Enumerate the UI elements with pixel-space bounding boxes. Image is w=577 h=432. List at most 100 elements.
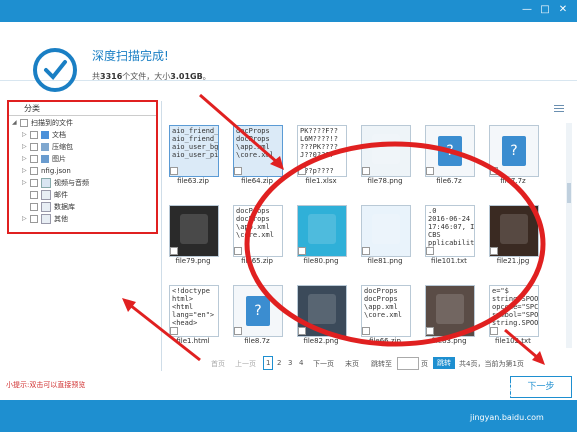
- file-checkbox[interactable]: [234, 247, 242, 255]
- title-bar: — □ ✕: [0, 0, 577, 22]
- archive-icon: ?: [246, 296, 270, 326]
- file-checkbox[interactable]: [426, 247, 434, 255]
- scan-summary: 共3316个文件，大小3.01GB。: [92, 71, 211, 82]
- file-checkbox[interactable]: [362, 247, 370, 255]
- file-name: file80.png: [303, 257, 339, 265]
- file-preview-text: .0 2016-06-24 17:46:07, Info CBS pplicab…: [428, 207, 475, 247]
- file-grid: aio_friend_bg aio_friend_pic aio_user_bg…: [163, 123, 573, 348]
- file-preview-text: e="$ string.SPOOL opcode="SPC symbol="SP…: [492, 287, 539, 327]
- file-checkbox[interactable]: [170, 327, 178, 335]
- file-preview-text: docProps docProps \app.xml \core.xml: [364, 287, 402, 319]
- file-checkbox[interactable]: [490, 247, 498, 255]
- watermark-url: jingyan.baidu.com: [470, 413, 544, 422]
- image-preview: [500, 214, 528, 244]
- summary-prefix: 共: [92, 72, 100, 81]
- summary-mid: 个文件，大小: [122, 72, 171, 81]
- file-name: file7.7z: [500, 177, 526, 185]
- file-checkbox[interactable]: [362, 327, 370, 335]
- jump-page-input[interactable]: [397, 357, 419, 370]
- file-name: file82.png: [303, 337, 339, 345]
- file-preview-text: <!doctype html> <html lang="en"> <head>: [172, 287, 215, 327]
- maximize-button[interactable]: □: [538, 4, 552, 16]
- minimize-button[interactable]: —: [520, 4, 534, 16]
- page-status: 共4页，当前为第1页: [459, 360, 524, 368]
- file-checkbox[interactable]: [234, 327, 242, 335]
- file-checkbox[interactable]: [490, 327, 498, 335]
- file-preview-text: docProps docProps \app.xml \core.xml: [236, 207, 274, 239]
- file-tile[interactable]: file80.png: [295, 205, 347, 267]
- divider: [161, 101, 162, 371]
- archive-icon: ?: [502, 136, 526, 166]
- summary-suffix: 。: [202, 72, 211, 81]
- file-checkbox[interactable]: [170, 167, 178, 175]
- view-menu-icon[interactable]: [554, 105, 564, 113]
- file-tile[interactable]: ? file8.7z: [231, 285, 283, 347]
- file-tile[interactable]: <!doctype html> <html lang="en"> <head> f…: [167, 285, 219, 347]
- last-page-link[interactable]: 末页: [345, 359, 359, 369]
- success-check-icon: [33, 48, 77, 92]
- file-checkbox[interactable]: [490, 167, 498, 175]
- page-4[interactable]: 4: [299, 359, 303, 367]
- file-tile[interactable]: file83.png: [423, 285, 475, 347]
- close-button[interactable]: ✕: [556, 4, 570, 16]
- file-tile[interactable]: .0 2016-06-24 17:46:07, Info CBS pplicab…: [423, 205, 475, 267]
- next-page-link[interactable]: 下一页: [313, 359, 334, 369]
- file-checkbox[interactable]: [298, 327, 306, 335]
- file-name: file63.zip: [177, 177, 209, 185]
- file-tile[interactable]: file81.png: [359, 205, 411, 267]
- file-name: file64.zip: [241, 177, 273, 185]
- file-tile[interactable]: file82.png: [295, 285, 347, 347]
- pagination: 首页 上一页 1 2 3 4 下一页 末页 跳转至 页 跳转 共4页，当前为第1…: [163, 356, 573, 372]
- result-header: [0, 22, 577, 81]
- image-preview: [180, 214, 208, 244]
- file-tile[interactable]: docProps docProps \app.xml \core.xml file…: [231, 205, 283, 267]
- file-name: file66.zip: [369, 337, 401, 345]
- file-name: file6.7z: [436, 177, 462, 185]
- file-tile[interactable]: docProps docProps \app.xml \core.xml file…: [359, 285, 411, 347]
- file-checkbox[interactable]: [170, 247, 178, 255]
- preview-hint: 小提示:双击可以直接预览: [6, 381, 86, 389]
- annotation-box: [7, 100, 158, 234]
- page-unit: 页: [421, 360, 428, 368]
- file-tile[interactable]: docProps docProps \app.xml \core.xml file…: [231, 125, 283, 187]
- jump-button[interactable]: 跳转: [433, 357, 455, 369]
- file-checkbox[interactable]: [426, 327, 434, 335]
- file-tile[interactable]: PK????F?? L6M????!? ???PK???? J??0???? ?…: [295, 125, 347, 187]
- prev-page-link[interactable]: 上一页: [235, 359, 256, 369]
- image-preview: [372, 134, 400, 164]
- image-preview: [372, 214, 400, 244]
- file-tile[interactable]: aio_friend_bg aio_friend_pic aio_user_bg…: [167, 125, 219, 187]
- image-preview: [308, 294, 336, 324]
- image-preview: [308, 214, 336, 244]
- file-name: file102.txt: [495, 337, 531, 345]
- scrollbar-thumb[interactable]: [567, 183, 571, 203]
- scan-complete-title: 深度扫描完成!: [92, 49, 169, 63]
- file-preview-text: docProps docProps \app.xml \core.xml: [236, 127, 274, 159]
- image-preview: [436, 294, 464, 324]
- app-window: — □ ✕ 深度扫描完成! 共3316个文件，大小3.01GB。 分类 ◢ 扫描到…: [0, 0, 577, 432]
- file-tile[interactable]: ? file7.7z: [487, 125, 539, 187]
- file-checkbox[interactable]: [298, 247, 306, 255]
- file-checkbox[interactable]: [426, 167, 434, 175]
- archive-icon: ?: [438, 136, 462, 166]
- file-name: file8.7z: [244, 337, 270, 345]
- total-size: 3.01GB: [170, 72, 203, 81]
- page-1[interactable]: 1: [263, 356, 274, 370]
- file-tile[interactable]: file78.png: [359, 125, 411, 187]
- file-name: file81.png: [367, 257, 403, 265]
- file-tile[interactable]: ? file6.7z: [423, 125, 475, 187]
- file-checkbox[interactable]: [234, 167, 242, 175]
- file-count: 3316: [100, 72, 123, 81]
- vertical-scrollbar[interactable]: [566, 123, 572, 348]
- file-tile[interactable]: file79.png: [167, 205, 219, 267]
- page-2[interactable]: 2: [277, 359, 281, 367]
- page-3[interactable]: 3: [288, 359, 292, 367]
- file-tile[interactable]: file21.jpg: [487, 205, 539, 267]
- first-page-link[interactable]: 首页: [211, 359, 225, 369]
- jump-label: 跳转至: [371, 360, 392, 368]
- file-name: file101.txt: [431, 257, 467, 265]
- file-checkbox[interactable]: [298, 167, 306, 175]
- file-checkbox[interactable]: [362, 167, 370, 175]
- file-tile[interactable]: e="$ string.SPOOL opcode="SPC symbol="SP…: [487, 285, 539, 347]
- file-name: file1.xlsx: [305, 177, 337, 185]
